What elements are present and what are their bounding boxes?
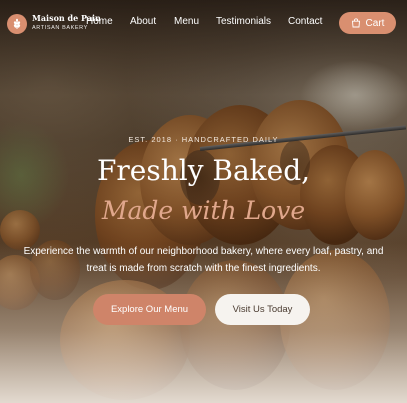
cart-button[interactable]: Cart	[339, 12, 396, 34]
hero-description: Experience the warmth of our neighborhoo…	[23, 246, 384, 274]
nav-link-home[interactable]: Home	[86, 16, 113, 27]
shopping-bag-icon	[351, 18, 360, 28]
hero-headline: Freshly Baked,	[96, 154, 311, 187]
nav-link-testimonials[interactable]: Testimonials	[216, 16, 271, 27]
nav-link-contact[interactable]: Contact	[288, 16, 322, 27]
cart-label: Cart	[365, 17, 385, 29]
visit-us-button[interactable]: Visit Us Today	[215, 294, 310, 325]
nav-link-menu[interactable]: Menu	[174, 16, 199, 27]
nav-link-about[interactable]: About	[130, 16, 156, 27]
hero-headline-accent: Made with Love	[101, 196, 306, 225]
logo-badge[interactable]	[7, 14, 27, 34]
wheat-icon	[13, 18, 21, 29]
navbar: Maison de Pain ARTISAN BAKERY Home About…	[0, 0, 407, 46]
hero-eyebrow: EST. 2018 · HANDCRAFTED DAILY	[128, 135, 279, 144]
explore-menu-button[interactable]: Explore Our Menu	[93, 294, 206, 325]
